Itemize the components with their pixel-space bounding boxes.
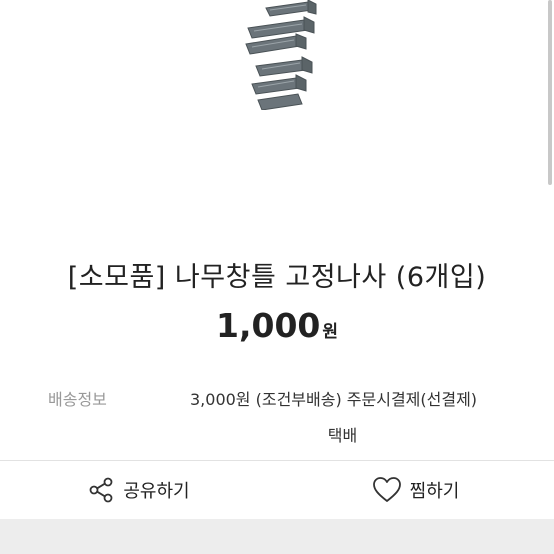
price-amount: 1,000 <box>215 306 321 345</box>
shipping-detail: 3,000원 (조건부배송) 주문시결제(선결제) <box>190 390 478 409</box>
share-label: 공유하기 <box>123 481 190 502</box>
price-unit: 원 <box>322 322 339 342</box>
like-label: 찜하기 <box>409 481 460 502</box>
shipping-label: 배송정보 <box>48 390 107 409</box>
product-image <box>0 0 554 225</box>
product-price: 1,000 원 <box>0 306 554 345</box>
share-icon <box>89 477 113 503</box>
screws-image <box>245 0 317 110</box>
bottom-bar <box>0 519 554 554</box>
heart-icon <box>372 477 401 502</box>
scrollbar[interactable] <box>548 0 552 185</box>
shipping-method: 택배 <box>327 426 358 445</box>
like-button[interactable]: 찜하기 <box>277 461 554 519</box>
product-title: [소모품] 나무창틀 고정나사 (6개입) <box>67 262 487 293</box>
share-button[interactable]: 공유하기 <box>0 461 277 519</box>
action-bar: 공유하기 찜하기 <box>0 461 554 519</box>
